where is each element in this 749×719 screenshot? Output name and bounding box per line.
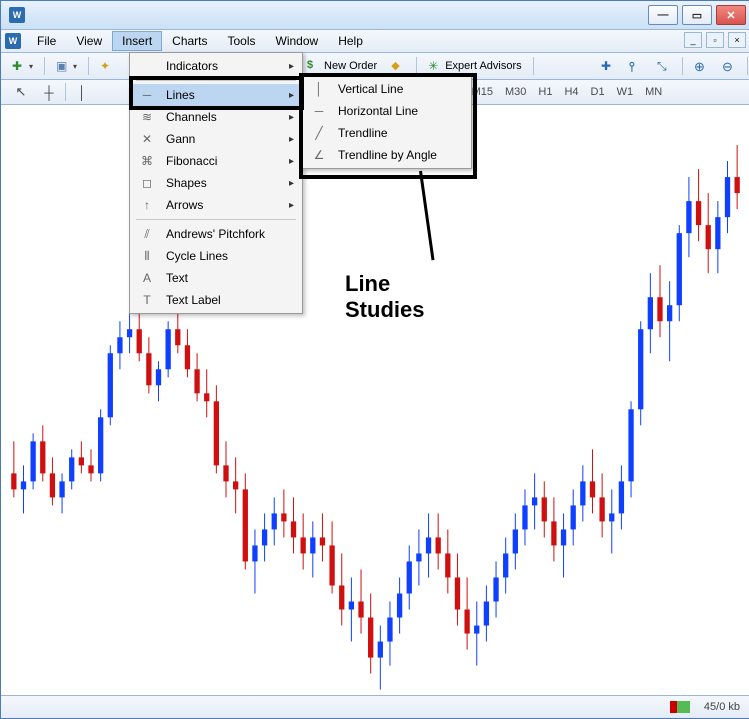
- maximize-button[interactable]: ▭: [682, 5, 712, 25]
- menu-view[interactable]: View: [66, 31, 112, 51]
- menu-label: Channels: [166, 110, 282, 124]
- close-button[interactable]: ✕: [716, 5, 746, 25]
- vline-tool[interactable]: │: [68, 81, 96, 103]
- menu-insert[interactable]: Insert: [112, 31, 162, 51]
- menubar: W FileViewInsertChartsToolsWindowHelp _ …: [1, 30, 749, 53]
- statusbar: 45/0 kb: [1, 695, 749, 718]
- menu-icon: ⦀: [136, 249, 158, 264]
- menu-icon: T: [136, 293, 158, 307]
- timeframe-mn[interactable]: MN: [639, 82, 668, 102]
- insert-gann[interactable]: ✕ Gann ▸: [132, 128, 300, 150]
- menu-label: Shapes: [166, 176, 282, 190]
- app-icon: W: [9, 7, 25, 23]
- menu-icon: A: [136, 271, 158, 285]
- mdi-minimize[interactable]: _: [684, 32, 702, 48]
- menu-icon: ≋: [136, 110, 158, 124]
- menu-icon: ╱: [308, 126, 330, 140]
- menu-icon: ─: [308, 104, 330, 118]
- doc-icon: W: [5, 33, 21, 49]
- insert-text[interactable]: A Text: [132, 267, 300, 289]
- timeframe-h1[interactable]: H1: [532, 82, 558, 102]
- menu-label: Arrows: [166, 198, 282, 212]
- menu-help[interactable]: Help: [328, 31, 373, 51]
- timeframe-m30[interactable]: M30: [499, 82, 532, 102]
- menu-label: Lines: [166, 88, 282, 102]
- menu-label: Cycle Lines: [166, 249, 282, 263]
- chevron-right-icon: ▸: [289, 112, 294, 123]
- insert-fibonacci[interactable]: ⌘ Fibonacci ▸: [132, 150, 300, 172]
- chart-area[interactable]: [1, 105, 749, 695]
- shift-button[interactable]: [652, 55, 676, 77]
- chevron-right-icon: ▸: [289, 156, 294, 167]
- menu-label: Trendline: [338, 126, 451, 140]
- menu-label: Andrews' Pitchfork: [166, 227, 282, 241]
- mdi-close[interactable]: ×: [728, 32, 746, 48]
- menu-label: Vertical Line: [338, 82, 451, 96]
- timeframe-w1[interactable]: W1: [611, 82, 640, 102]
- crosshair-button[interactable]: [596, 55, 620, 77]
- minimize-button[interactable]: —: [648, 5, 678, 25]
- chevron-right-icon: ▸: [289, 134, 294, 145]
- zoom-in-button[interactable]: [689, 55, 713, 77]
- candlestick-chart: [1, 105, 749, 695]
- menu-icon: ↑: [136, 198, 158, 212]
- menu-label: Trendline by Angle: [338, 148, 451, 162]
- menu-label: Indicators: [166, 59, 282, 73]
- zoom-out-button[interactable]: [717, 55, 741, 77]
- menu-icon: ─: [136, 88, 158, 102]
- profiles-button[interactable]: ▾: [51, 55, 82, 77]
- cursor-tool[interactable]: ↖: [7, 81, 35, 103]
- menu-label: Fibonacci: [166, 154, 282, 168]
- new-order-button[interactable]: New Order: [302, 55, 382, 77]
- lines-trendline[interactable]: ╱ Trendline: [304, 122, 469, 144]
- menu-file[interactable]: File: [27, 31, 66, 51]
- menu-icon: ✕: [136, 132, 158, 146]
- menu-charts[interactable]: Charts: [162, 31, 217, 51]
- insert-cycle-lines[interactable]: ⦀ Cycle Lines: [132, 245, 300, 267]
- menu-label: Text: [166, 271, 282, 285]
- menu-icon: ⌘: [136, 154, 158, 168]
- new-symbol-button[interactable]: ▾: [7, 55, 38, 77]
- timeframe-h4[interactable]: H4: [558, 82, 584, 102]
- lines-trendline-by-angle[interactable]: ∠ Trendline by Angle: [304, 144, 469, 166]
- menu-tools[interactable]: Tools: [218, 31, 266, 51]
- chevron-right-icon: ▸: [289, 61, 294, 72]
- menu-label: Text Label: [166, 293, 282, 307]
- insert-lines[interactable]: ─ Lines ▸: [132, 84, 300, 106]
- timeframe-d1[interactable]: D1: [585, 82, 611, 102]
- menu-icon: ∠: [308, 148, 330, 162]
- insert-andrews-pitchfork[interactable]: ⫽ Andrews' Pitchfork: [132, 223, 300, 245]
- app-window: W — ▭ ✕ W FileViewInsertChartsToolsWindo…: [0, 0, 749, 719]
- titlebar: W — ▭ ✕: [1, 1, 749, 30]
- autotrading-button[interactable]: [386, 55, 410, 77]
- expert-advisors-button[interactable]: Expert Advisors: [423, 55, 526, 77]
- menu-window[interactable]: Window: [266, 31, 329, 51]
- crosshair-tool[interactable]: ┼: [35, 81, 63, 103]
- market-watch-button[interactable]: [95, 55, 119, 77]
- menu-icon: │: [308, 82, 330, 96]
- chevron-right-icon: ▸: [289, 90, 294, 101]
- menu-icon: ◻: [136, 176, 158, 190]
- connection-icon: [670, 701, 690, 713]
- chevron-right-icon: ▸: [289, 200, 294, 211]
- traffic-label: 45/0 kb: [704, 701, 740, 713]
- bar1-button[interactable]: [624, 55, 648, 77]
- insert-shapes[interactable]: ◻ Shapes ▸: [132, 172, 300, 194]
- menu-icon: ⫽: [136, 227, 158, 242]
- lines-horizontal-line[interactable]: ─ Horizontal Line: [304, 100, 469, 122]
- chevron-right-icon: ▸: [289, 178, 294, 189]
- menu-label: Gann: [166, 132, 282, 146]
- insert-text-label[interactable]: T Text Label: [132, 289, 300, 311]
- insert-indicators[interactable]: Indicators ▸: [132, 55, 300, 77]
- lines-vertical-line[interactable]: │ Vertical Line: [304, 78, 469, 100]
- insert-menu[interactable]: Indicators ▸ ─ Lines ▸ ≋ Channels ▸ ✕ Gann ▸ ⌘ Fibon…: [129, 52, 303, 314]
- mdi-restore[interactable]: ▫: [706, 32, 724, 48]
- insert-arrows[interactable]: ↑ Arrows ▸: [132, 194, 300, 216]
- lines-submenu[interactable]: │ Vertical Line ─ Horizontal Line ╱ Trendline…: [301, 75, 472, 169]
- menu-label: Horizontal Line: [338, 104, 451, 118]
- insert-channels[interactable]: ≋ Channels ▸: [132, 106, 300, 128]
